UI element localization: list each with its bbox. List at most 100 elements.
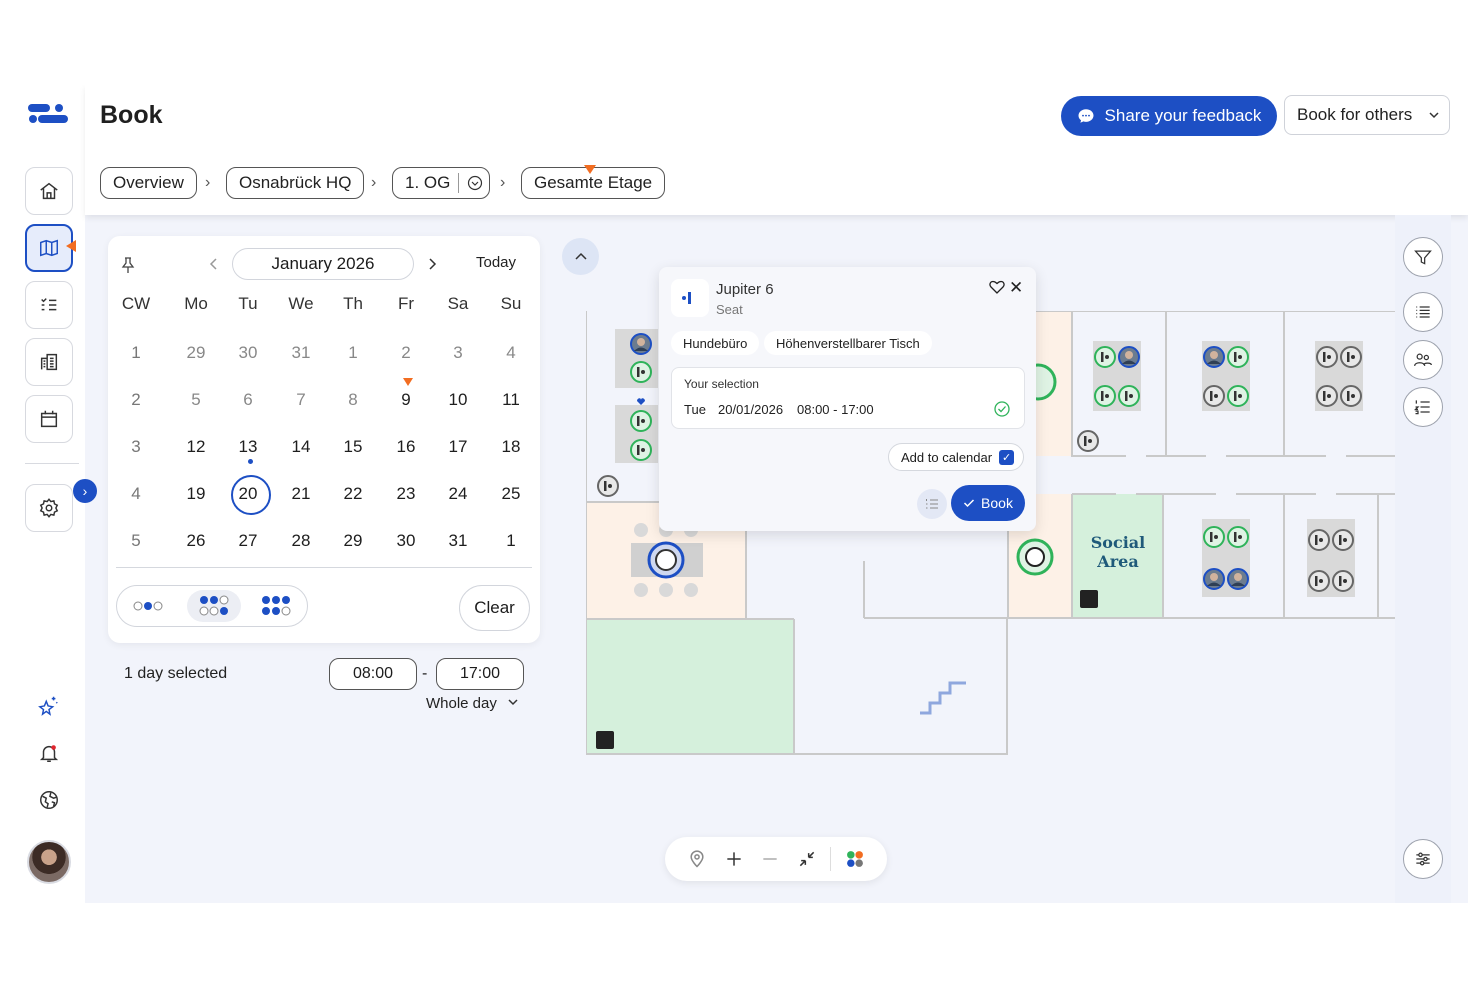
calendar-day[interactable]: 1	[327, 343, 379, 363]
calendar-day[interactable]: 4	[485, 343, 537, 363]
heart-icon[interactable]	[989, 279, 1005, 295]
fit-to-screen-button[interactable]	[794, 846, 820, 872]
breadcrumb-overview[interactable]: Overview	[100, 167, 197, 199]
calendar-day[interactable]: 6	[222, 390, 274, 410]
calendar-day[interactable]: 3	[432, 343, 484, 363]
today-button[interactable]: Today	[476, 254, 516, 271]
seat-available[interactable]	[1094, 346, 1116, 368]
list-view-button[interactable]	[1403, 292, 1443, 332]
seat-available[interactable]	[1227, 346, 1249, 368]
breadcrumb-floor[interactable]: 1. OG	[392, 167, 491, 199]
calendar-day[interactable]: 29	[170, 343, 222, 363]
seat-available[interactable]	[1227, 385, 1249, 407]
seat-occupied[interactable]	[630, 333, 652, 355]
nav-home-button[interactable]	[25, 167, 73, 215]
add-to-calendar-toggle[interactable]: Add to calendar ✓	[888, 443, 1024, 471]
nav-buildings-button[interactable]	[25, 338, 73, 386]
calendar-day[interactable]: 30	[380, 531, 432, 551]
calendar-day[interactable]: 28	[275, 531, 327, 551]
calendar-day[interactable]: 2	[380, 343, 432, 363]
calendar-day[interactable]: 27	[222, 531, 274, 551]
calendar-day[interactable]: 1	[485, 531, 537, 551]
language-button[interactable]	[36, 787, 62, 813]
nav-bookings-button[interactable]	[25, 281, 73, 329]
whole-day-dropdown[interactable]: Whole day	[426, 695, 519, 712]
seat-unavailable[interactable]	[1340, 385, 1362, 407]
seat-unavailable[interactable]	[1316, 346, 1338, 368]
calendar-day[interactable]: 22	[327, 484, 379, 504]
calendar-day[interactable]: 8	[327, 390, 379, 410]
end-time-input[interactable]: 17:00	[436, 658, 524, 690]
booking-list-button[interactable]	[917, 489, 947, 519]
calendar-day[interactable]: 31	[275, 343, 327, 363]
seat-available[interactable]	[1227, 526, 1249, 548]
share-feedback-button[interactable]: Share your feedback	[1061, 96, 1277, 136]
calendar-day[interactable]: 10	[432, 390, 484, 410]
book-button[interactable]: Book	[951, 485, 1025, 521]
locate-button[interactable]	[684, 846, 710, 872]
calendar-day[interactable]: 11	[485, 390, 537, 410]
next-month-button[interactable]	[426, 257, 438, 271]
clear-button[interactable]: Clear	[459, 585, 530, 631]
seat-unavailable[interactable]	[1332, 529, 1354, 551]
calendar-day[interactable]: 21	[275, 484, 327, 504]
calendar-day[interactable]: 13	[222, 437, 274, 457]
calendar-day[interactable]: 30	[222, 343, 274, 363]
seat-available[interactable]	[630, 410, 652, 432]
seat-occupied[interactable]	[1227, 568, 1249, 590]
calendar-day[interactable]: 29	[327, 531, 379, 551]
close-icon[interactable]: ✕	[1009, 278, 1023, 298]
calendar-day[interactable]: 7	[275, 390, 327, 410]
whats-new-button[interactable]	[36, 692, 62, 718]
legend-button[interactable]	[842, 846, 868, 872]
density-full-option[interactable]	[249, 590, 303, 622]
breadcrumb-location[interactable]: Osnabrück HQ	[226, 167, 365, 199]
seat-occupied[interactable]	[1118, 346, 1140, 368]
calendar-day[interactable]: 15	[327, 437, 379, 457]
seat-available[interactable]	[1118, 385, 1140, 407]
seat-unavailable[interactable]	[1203, 385, 1225, 407]
book-for-others-dropdown[interactable]: Book for others	[1284, 95, 1450, 135]
start-time-input[interactable]: 08:00	[329, 658, 417, 690]
calendar-day[interactable]: 14	[275, 437, 327, 457]
seat-unavailable[interactable]	[1308, 570, 1330, 592]
calendar-day-selected[interactable]: 20	[222, 484, 274, 504]
calendar-day[interactable]: 9	[380, 390, 432, 410]
zoom-out-button[interactable]	[757, 846, 783, 872]
calendar-day[interactable]: 5	[170, 390, 222, 410]
calendar-day[interactable]: 31	[432, 531, 484, 551]
seat-occupied[interactable]	[1203, 568, 1225, 590]
calendar-day[interactable]: 25	[485, 484, 537, 504]
map-settings-button[interactable]	[1403, 839, 1443, 879]
nav-calendar-button[interactable]	[25, 395, 73, 443]
density-medium-option[interactable]	[187, 590, 241, 622]
calendar-day[interactable]: 18	[485, 437, 537, 457]
collapse-panel-button[interactable]	[562, 238, 599, 275]
seat-available[interactable]	[1094, 385, 1116, 407]
calendar-day[interactable]: 16	[380, 437, 432, 457]
zoom-in-button[interactable]	[721, 846, 747, 872]
calendar-day[interactable]: 24	[432, 484, 484, 504]
previous-month-button[interactable]	[208, 257, 220, 271]
notifications-button[interactable]	[36, 740, 62, 766]
filter-button[interactable]	[1403, 237, 1443, 277]
month-selector[interactable]: January 2026	[232, 248, 414, 280]
seat-unavailable[interactable]	[1332, 570, 1354, 592]
seat-unavailable[interactable]	[1077, 430, 1099, 452]
expand-sidebar-button[interactable]: ›	[73, 479, 97, 503]
density-compact-option[interactable]	[123, 590, 177, 622]
calendar-day[interactable]: 26	[170, 531, 222, 551]
colleagues-button[interactable]	[1403, 340, 1443, 380]
calendar-day[interactable]: 17	[432, 437, 484, 457]
seat-unavailable[interactable]	[597, 475, 619, 497]
seat-available[interactable]	[630, 361, 652, 383]
calendar-day[interactable]: 12	[170, 437, 222, 457]
nav-settings-button[interactable]	[25, 484, 73, 532]
pin-icon[interactable]	[120, 256, 136, 274]
seat-unavailable[interactable]	[1340, 346, 1362, 368]
seat-available[interactable]	[630, 439, 652, 461]
ordered-list-button[interactable]	[1403, 387, 1443, 427]
user-avatar[interactable]	[27, 840, 71, 884]
seat-unavailable[interactable]	[1316, 385, 1338, 407]
seat-occupied[interactable]	[1203, 346, 1225, 368]
